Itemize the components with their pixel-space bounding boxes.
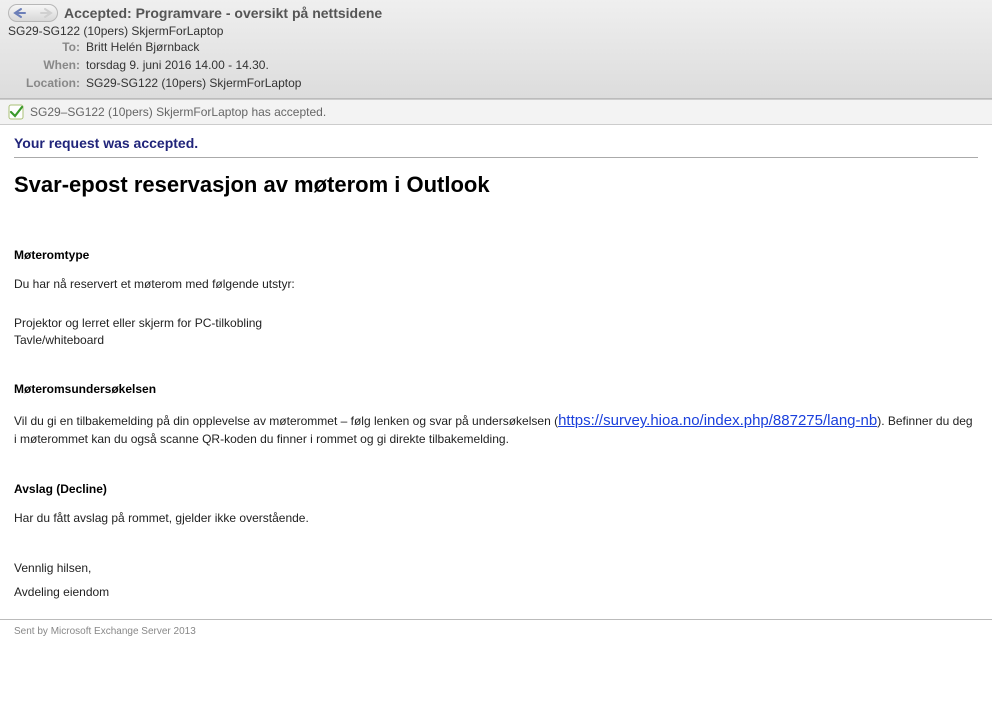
closing-line-2: Avdeling eiendom <box>14 585 978 599</box>
when-line: When: torsdag 9. juni 2016 14.00 - 14.30… <box>8 56 984 74</box>
location-value: SG29-SG122 (10pers) SkjermForLaptop <box>86 74 301 92</box>
location-line: Location: SG29-SG122 (10pers) SkjermForL… <box>8 74 984 92</box>
equipment-1: Projektor og lerret eller skjerm for PC-… <box>14 315 978 332</box>
section-roomtype: Møteromtype <box>14 248 978 262</box>
body-title: Svar-epost reservasjon av møterom i Outl… <box>14 172 978 198</box>
from-line: SG29-SG122 (10pers) SkjermForLaptop <box>8 24 984 38</box>
survey-text: Vil du gi en tilbakemelding på din opple… <box>14 410 978 448</box>
accepted-message: Your request was accepted. <box>14 135 978 158</box>
to-label: To: <box>20 38 80 56</box>
back-icon <box>13 7 33 19</box>
closing: Vennlig hilsen, Avdeling eiendom <box>14 561 978 599</box>
section-decline: Avslag (Decline) <box>14 482 978 496</box>
footer: Sent by Microsoft Exchange Server 2013 <box>0 619 992 643</box>
when-value: torsdag 9. juni 2016 14.00 - 14.30. <box>86 56 269 74</box>
message-header: Accepted: Programvare - oversikt på nett… <box>0 0 992 99</box>
subject-row: Accepted: Programvare - oversikt på nett… <box>8 4 984 22</box>
roomtype-intro: Du har nå reservert et møterom med følge… <box>14 276 978 293</box>
when-label: When: <box>20 56 80 74</box>
subject: Accepted: Programvare - oversikt på nett… <box>64 5 382 21</box>
equipment-2: Tavle/whiteboard <box>14 332 978 349</box>
survey-block: Møteromsundersøkelsen Vil du gi en tilba… <box>14 382 978 448</box>
to-value: Britt Helén Bjørnback <box>86 38 199 56</box>
decline-text: Har du fått avslag på rommet, gjelder ik… <box>14 510 978 527</box>
accepted-bar: SG29–SG122 (10pers) SkjermForLaptop has … <box>0 99 992 125</box>
section-survey: Møteromsundersøkelsen <box>14 382 978 396</box>
accepted-bar-text: SG29–SG122 (10pers) SkjermForLaptop has … <box>30 105 326 119</box>
survey-link[interactable]: https://survey.hioa.no/index.php/887275/… <box>558 412 877 429</box>
nav-buttons[interactable] <box>8 4 58 22</box>
check-icon <box>8 104 24 120</box>
message-body: Your request was accepted. Svar-epost re… <box>0 125 992 619</box>
forward-icon <box>33 7 53 19</box>
location-label: Location: <box>20 74 80 92</box>
survey-pre: Vil du gi en tilbakemelding på din opple… <box>14 414 558 428</box>
closing-line-1: Vennlig hilsen, <box>14 561 978 575</box>
to-line: To: Britt Helén Bjørnback <box>8 38 984 56</box>
decline-block: Avslag (Decline) Har du fått avslag på r… <box>14 482 978 527</box>
roomtype-block: Møteromtype Du har nå reservert et møter… <box>14 248 978 348</box>
